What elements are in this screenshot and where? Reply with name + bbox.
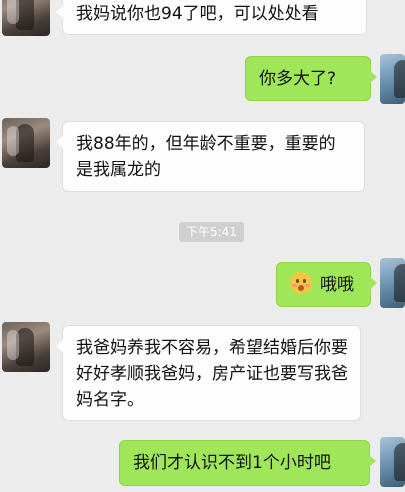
received-message[interactable]: 我爸妈养我不容易，希望结婚后你要好好孝顺我爸妈，房产证也要写我爸妈名字。 — [56, 325, 361, 421]
timestamp: 下午5:41 — [179, 222, 244, 242]
message-text: 我爸妈养我不容易，希望结婚后你要好好孝顺我爸妈，房产证也要写我爸妈名字。 — [76, 338, 348, 410]
message-text: 你多大了? — [259, 69, 337, 89]
astonished-face-icon — [290, 272, 312, 294]
message-text: 哦哦 — [320, 275, 354, 295]
message-text: 我88年的，但年龄不重要，重要的是我属龙的 — [76, 134, 336, 180]
received-message[interactable]: 我妈说你也94了吧，可以处处看 — [56, 0, 367, 35]
user-avatar[interactable] — [380, 437, 405, 487]
message-text: 我妈说你也94了吧，可以处处看 — [76, 4, 319, 24]
contact-avatar[interactable] — [2, 0, 50, 36]
contact-avatar[interactable] — [2, 118, 50, 168]
sent-message[interactable]: 我们才认识不到1个小时吧 — [119, 440, 376, 486]
message-text: 我们才认识不到1个小时吧 — [133, 453, 331, 473]
sent-message[interactable]: 你多大了? — [245, 56, 377, 101]
sent-message[interactable]: 哦哦 — [276, 262, 377, 307]
user-avatar[interactable] — [380, 258, 405, 308]
contact-avatar[interactable] — [2, 322, 50, 372]
received-message[interactable]: 我88年的，但年龄不重要，重要的是我属龙的 — [56, 121, 365, 192]
user-avatar[interactable] — [380, 54, 405, 104]
